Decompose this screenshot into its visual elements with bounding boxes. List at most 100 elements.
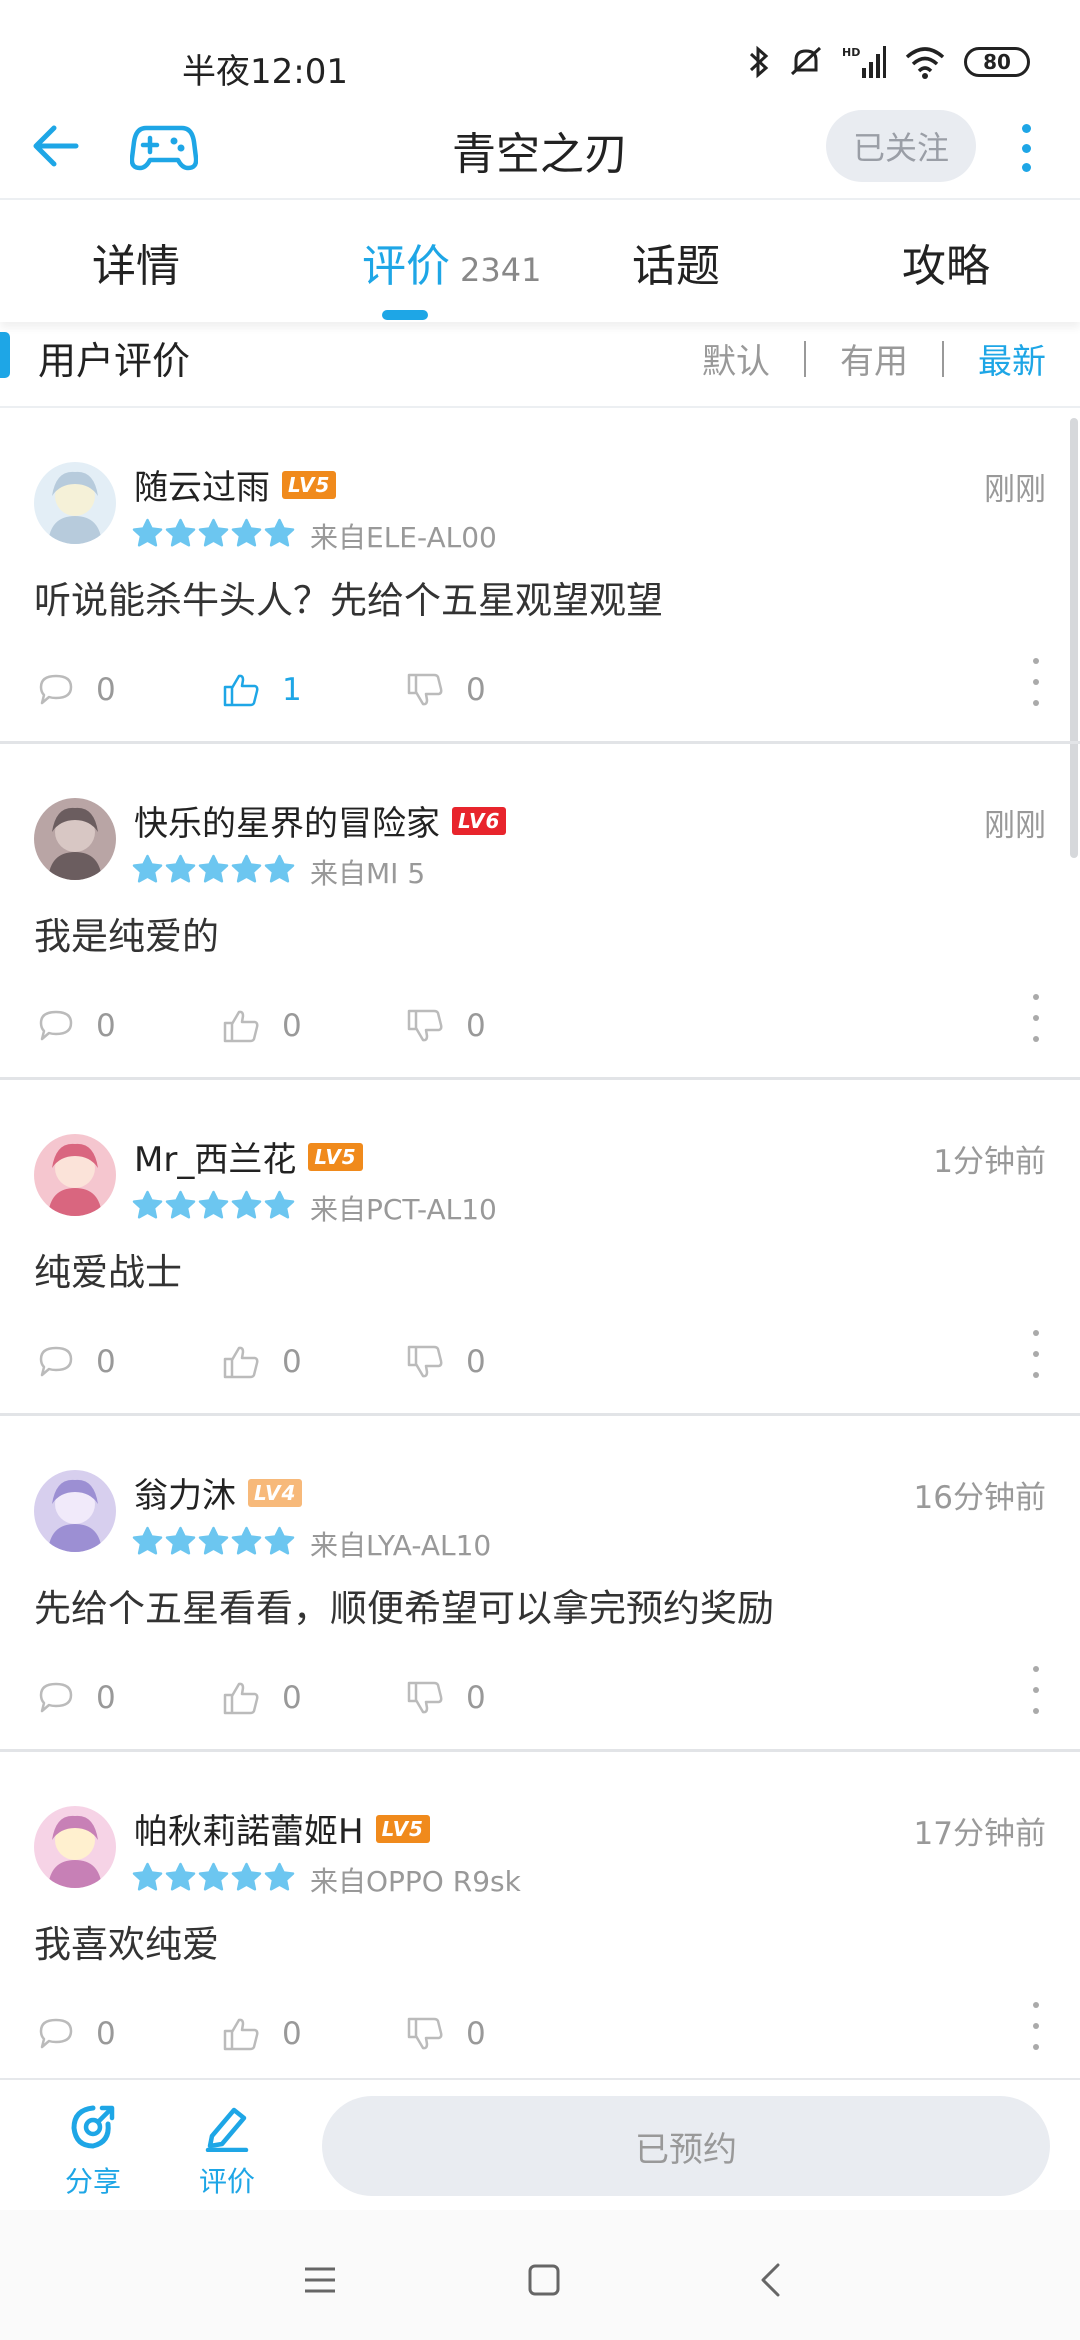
avatar[interactable] — [34, 462, 116, 544]
review-more-button[interactable] — [1030, 1666, 1042, 1714]
like-button[interactable]: 0 — [222, 2016, 302, 2052]
rating-stars — [132, 854, 295, 885]
device-label: 来自PCT-AL10 — [310, 1193, 497, 1226]
avatar-image — [34, 1134, 116, 1216]
dislike-count: 0 — [466, 1344, 486, 1380]
level-badge: LV5 — [308, 1142, 363, 1171]
dot — [1033, 1372, 1039, 1378]
avatar-image — [34, 462, 116, 544]
star-icon — [231, 1526, 262, 1555]
tab-details[interactable]: 详情 — [92, 230, 180, 294]
like-button[interactable]: 0 — [222, 1008, 302, 1044]
comment-icon — [39, 1010, 73, 1041]
review-item[interactable]: 帕秋莉諾蕾姬H LV5 来自OPPO R9sk 17分钟前 我喜欢纯爱 0 0 … — [0, 1754, 1080, 2088]
dot — [1033, 1036, 1039, 1042]
tab-reviews[interactable]: 评价 2341 — [362, 230, 541, 294]
star-icon — [231, 1862, 262, 1891]
dislike-count: 0 — [466, 2016, 486, 2052]
star-icon — [132, 518, 163, 547]
star-icon — [198, 1190, 229, 1219]
review-actions: 0 0 0 — [38, 2016, 1038, 2064]
review-item[interactable]: Mr_西兰花 LV5 来自PCT-AL10 1分钟前 纯爱战士 0 0 0 — [0, 1082, 1080, 1416]
star-icon — [165, 518, 196, 547]
comment-icon — [39, 2018, 73, 2049]
dislike-button[interactable]: 0 — [406, 1680, 486, 1716]
more-options-button[interactable] — [1008, 118, 1044, 178]
comment-button[interactable]: 0 — [38, 2016, 116, 2052]
dislike-button[interactable]: 0 — [406, 672, 486, 708]
username[interactable]: 翁力沐 — [134, 1468, 236, 1517]
avatar[interactable] — [34, 1806, 116, 1888]
sort-latest[interactable]: 最新 — [978, 334, 1046, 383]
dislike-button[interactable]: 0 — [406, 1344, 486, 1380]
thumbs-down-icon — [407, 673, 443, 706]
thumbs-down-icon — [407, 1681, 443, 1714]
review-item[interactable]: 随云过雨 LV5 来自ELE-AL00 刚刚 听说能杀牛头人？先给个五星观望观望… — [0, 410, 1080, 744]
reserved-button[interactable]: 已预约 — [322, 2096, 1050, 2196]
back-nav-button[interactable] — [740, 2250, 800, 2310]
tab-guides[interactable]: 攻略 — [902, 230, 990, 294]
thumbs-up-icon — [223, 1010, 259, 1043]
sort-useful[interactable]: 有用 — [840, 334, 908, 383]
title-bar: 青空之刃 已关注 — [0, 100, 1080, 196]
star-icon — [165, 1862, 196, 1891]
status-icons: HD 80 — [748, 44, 1030, 80]
dislike-button[interactable]: 0 — [406, 2016, 486, 2052]
level-badge: LV5 — [282, 470, 337, 499]
star-icon — [165, 854, 196, 883]
star-icon — [264, 1526, 295, 1555]
username[interactable]: 随云过雨 — [134, 460, 270, 509]
write-review-button[interactable]: 评价 — [182, 2102, 272, 2200]
avatar[interactable] — [34, 798, 116, 880]
username[interactable]: Mr_西兰花 — [134, 1132, 296, 1181]
review-more-button[interactable] — [1030, 1330, 1042, 1378]
review-item[interactable]: 翁力沐 LV4 来自LYA-AL10 16分钟前 先给个五星看看，顺便希望可以拿… — [0, 1418, 1080, 1752]
avatar[interactable] — [34, 1470, 116, 1552]
dot — [1033, 658, 1039, 664]
star-icon — [132, 1190, 163, 1219]
username-row: 帕秋莉諾蕾姬H LV5 — [134, 1804, 430, 1853]
dot — [1033, 679, 1039, 685]
avatar-image — [34, 798, 116, 880]
share-button[interactable]: 分享 — [48, 2102, 138, 2200]
comment-button[interactable]: 0 — [38, 1344, 116, 1380]
like-button[interactable]: 0 — [222, 1344, 302, 1380]
level-badge: LV4 — [248, 1478, 303, 1507]
dot — [1033, 2002, 1039, 2008]
star-icon — [264, 518, 295, 547]
home-nav-button[interactable] — [514, 2250, 574, 2310]
review-actions: 0 0 0 — [38, 1680, 1038, 1728]
review-more-button[interactable] — [1030, 2002, 1042, 2050]
menu-icon — [305, 2267, 335, 2293]
comment-button[interactable]: 0 — [38, 1008, 116, 1044]
username-row: 翁力沐 LV4 — [134, 1468, 303, 1517]
comment-icon — [39, 674, 73, 705]
like-button[interactable]: 1 — [222, 672, 302, 708]
signal-icon: HD — [842, 46, 886, 78]
avatar-image — [34, 1470, 116, 1552]
avatar[interactable] — [34, 1134, 116, 1216]
dot — [1033, 1708, 1039, 1714]
dislike-button[interactable]: 0 — [406, 1008, 486, 1044]
home-square-icon — [528, 2264, 560, 2296]
like-count: 0 — [282, 2016, 302, 2052]
like-button[interactable]: 0 — [222, 1680, 302, 1716]
comment-button[interactable]: 0 — [38, 1680, 116, 1716]
comment-button[interactable]: 0 — [38, 672, 116, 708]
menu-nav-button[interactable] — [290, 2250, 350, 2310]
follow-button[interactable]: 已关注 — [826, 110, 976, 182]
like-count: 0 — [282, 1344, 302, 1380]
timestamp: 刚刚 — [984, 472, 1046, 508]
device-label: 来自OPPO R9sk — [310, 1865, 521, 1898]
review-label: 评价 — [198, 2165, 255, 2198]
username[interactable]: 帕秋莉諾蕾姬H — [134, 1804, 364, 1853]
review-item[interactable]: 快乐的星界的冒险家 LV6 来自MI 5 刚刚 我是纯爱的 0 0 0 — [0, 746, 1080, 1080]
dot — [1033, 700, 1039, 706]
username[interactable]: 快乐的星界的冒险家 — [134, 796, 440, 845]
review-more-button[interactable] — [1030, 658, 1042, 706]
review-more-button[interactable] — [1030, 994, 1042, 1042]
sort-default[interactable]: 默认 — [702, 334, 770, 383]
star-icon — [165, 1526, 196, 1555]
share-label: 分享 — [64, 2165, 121, 2198]
tab-topics[interactable]: 话题 — [632, 230, 720, 294]
